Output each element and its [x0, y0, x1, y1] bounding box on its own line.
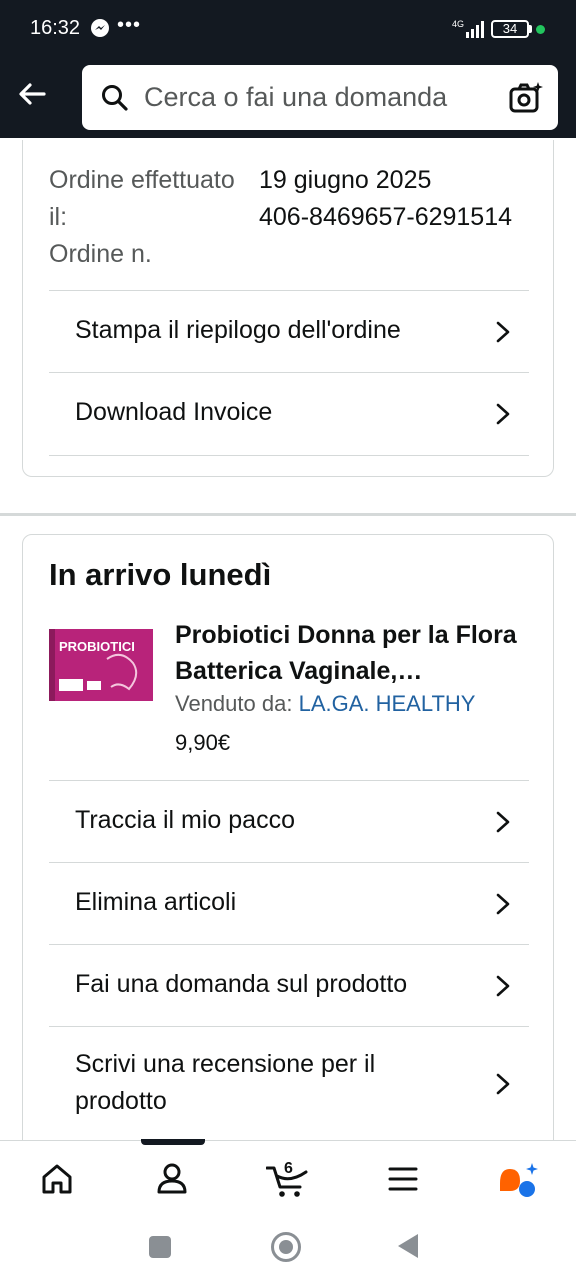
delete-items-label: Elimina articoli — [75, 888, 237, 916]
more-notifications-icon: ••• — [117, 14, 142, 36]
chevron-right-icon — [496, 975, 510, 997]
svg-text:4G: 4G — [452, 19, 464, 29]
delete-items-row[interactable]: Elimina articoli — [49, 862, 529, 944]
order-number-label: Ordine n. — [49, 240, 152, 268]
battery-icon: 34 — [491, 20, 529, 38]
search-bar[interactable]: Cerca o fai una domanda — [82, 65, 558, 130]
messenger-icon — [91, 19, 109, 37]
product-title[interactable]: Probiotici Donna per la Flora Batterica … — [175, 617, 535, 689]
privacy-indicator — [536, 25, 545, 34]
chevron-right-icon — [496, 321, 510, 343]
order-details-card: Ordine effettuato il: Ordine n. 19 giugn… — [22, 140, 554, 477]
camera-search-icon[interactable] — [508, 80, 544, 116]
product-image[interactable]: PROBIOTICI — [49, 629, 153, 701]
menu-icon[interactable] — [383, 1159, 423, 1199]
order-number: 406-8469657-6291514 — [259, 203, 513, 231]
product-seller: Venduto da: LA.GA. HEALTHY — [175, 691, 475, 717]
cart-icon[interactable]: 6 — [266, 1159, 310, 1199]
download-invoice-row[interactable]: Download Invoice — [49, 372, 529, 456]
account-icon[interactable] — [152, 1159, 192, 1199]
chevron-right-icon — [496, 1073, 510, 1095]
order-values: 19 giugno 2025 406-8469657-6291514 — [259, 162, 519, 236]
svg-text:PROBIOTICI: PROBIOTICI — [59, 639, 135, 654]
download-invoice-label: Download Invoice — [75, 398, 273, 426]
bottom-navigation: 6 — [0, 1139, 576, 1280]
status-time: 16:32 — [30, 17, 81, 39]
order-placed-label: Ordine effettuato il: — [49, 166, 235, 231]
rufus-assistant-icon[interactable] — [496, 1159, 540, 1199]
back-button[interactable] — [398, 1234, 418, 1258]
chevron-right-icon — [496, 403, 510, 425]
ask-question-row[interactable]: Fai una domanda sul prodotto — [49, 944, 529, 1026]
active-tab-indicator — [141, 1139, 205, 1145]
home-button[interactable] — [271, 1232, 301, 1262]
section-divider — [0, 513, 576, 516]
track-package-row[interactable]: Traccia il mio pacco — [49, 780, 529, 862]
recent-apps-button[interactable] — [149, 1236, 171, 1258]
chevron-right-icon — [496, 811, 510, 833]
write-review-label: Scrivi una recensione per il prodotto — [75, 1050, 376, 1115]
battery-tip — [529, 25, 532, 33]
home-icon[interactable] — [37, 1159, 77, 1199]
order-date: 19 giugno 2025 — [259, 166, 432, 194]
seller-label: Venduto da: — [175, 691, 293, 716]
cart-count: 6 — [284, 1160, 293, 1177]
print-summary-row[interactable]: Stampa il riepilogo dell'ordine — [49, 290, 529, 372]
search-placeholder: Cerca o fai una domanda — [144, 82, 448, 112]
order-labels: Ordine effettuato il: Ordine n. — [49, 162, 239, 273]
delivery-heading: In arrivo lunedì — [49, 557, 272, 592]
chevron-right-icon — [496, 893, 510, 915]
track-package-label: Traccia il mio pacco — [75, 806, 295, 834]
shipment-card: In arrivo lunedì PROBIOTICI Probiotici D… — [22, 534, 554, 1174]
product-price: 9,90€ — [175, 730, 231, 755]
print-summary-label: Stampa il riepilogo dell'ordine — [75, 316, 401, 344]
top-bar: 16:32 ••• 4G 34 Cerca o fai una domanda — [0, 0, 576, 138]
signal-icon: 4G — [452, 19, 484, 38]
seller-link[interactable]: LA.GA. HEALTHY — [299, 691, 476, 716]
back-arrow-icon[interactable] — [14, 76, 50, 112]
search-icon — [102, 85, 128, 111]
ask-question-label: Fai una domanda sul prodotto — [75, 970, 408, 998]
status-bar: 16:32 ••• 4G 34 — [0, 0, 576, 58]
